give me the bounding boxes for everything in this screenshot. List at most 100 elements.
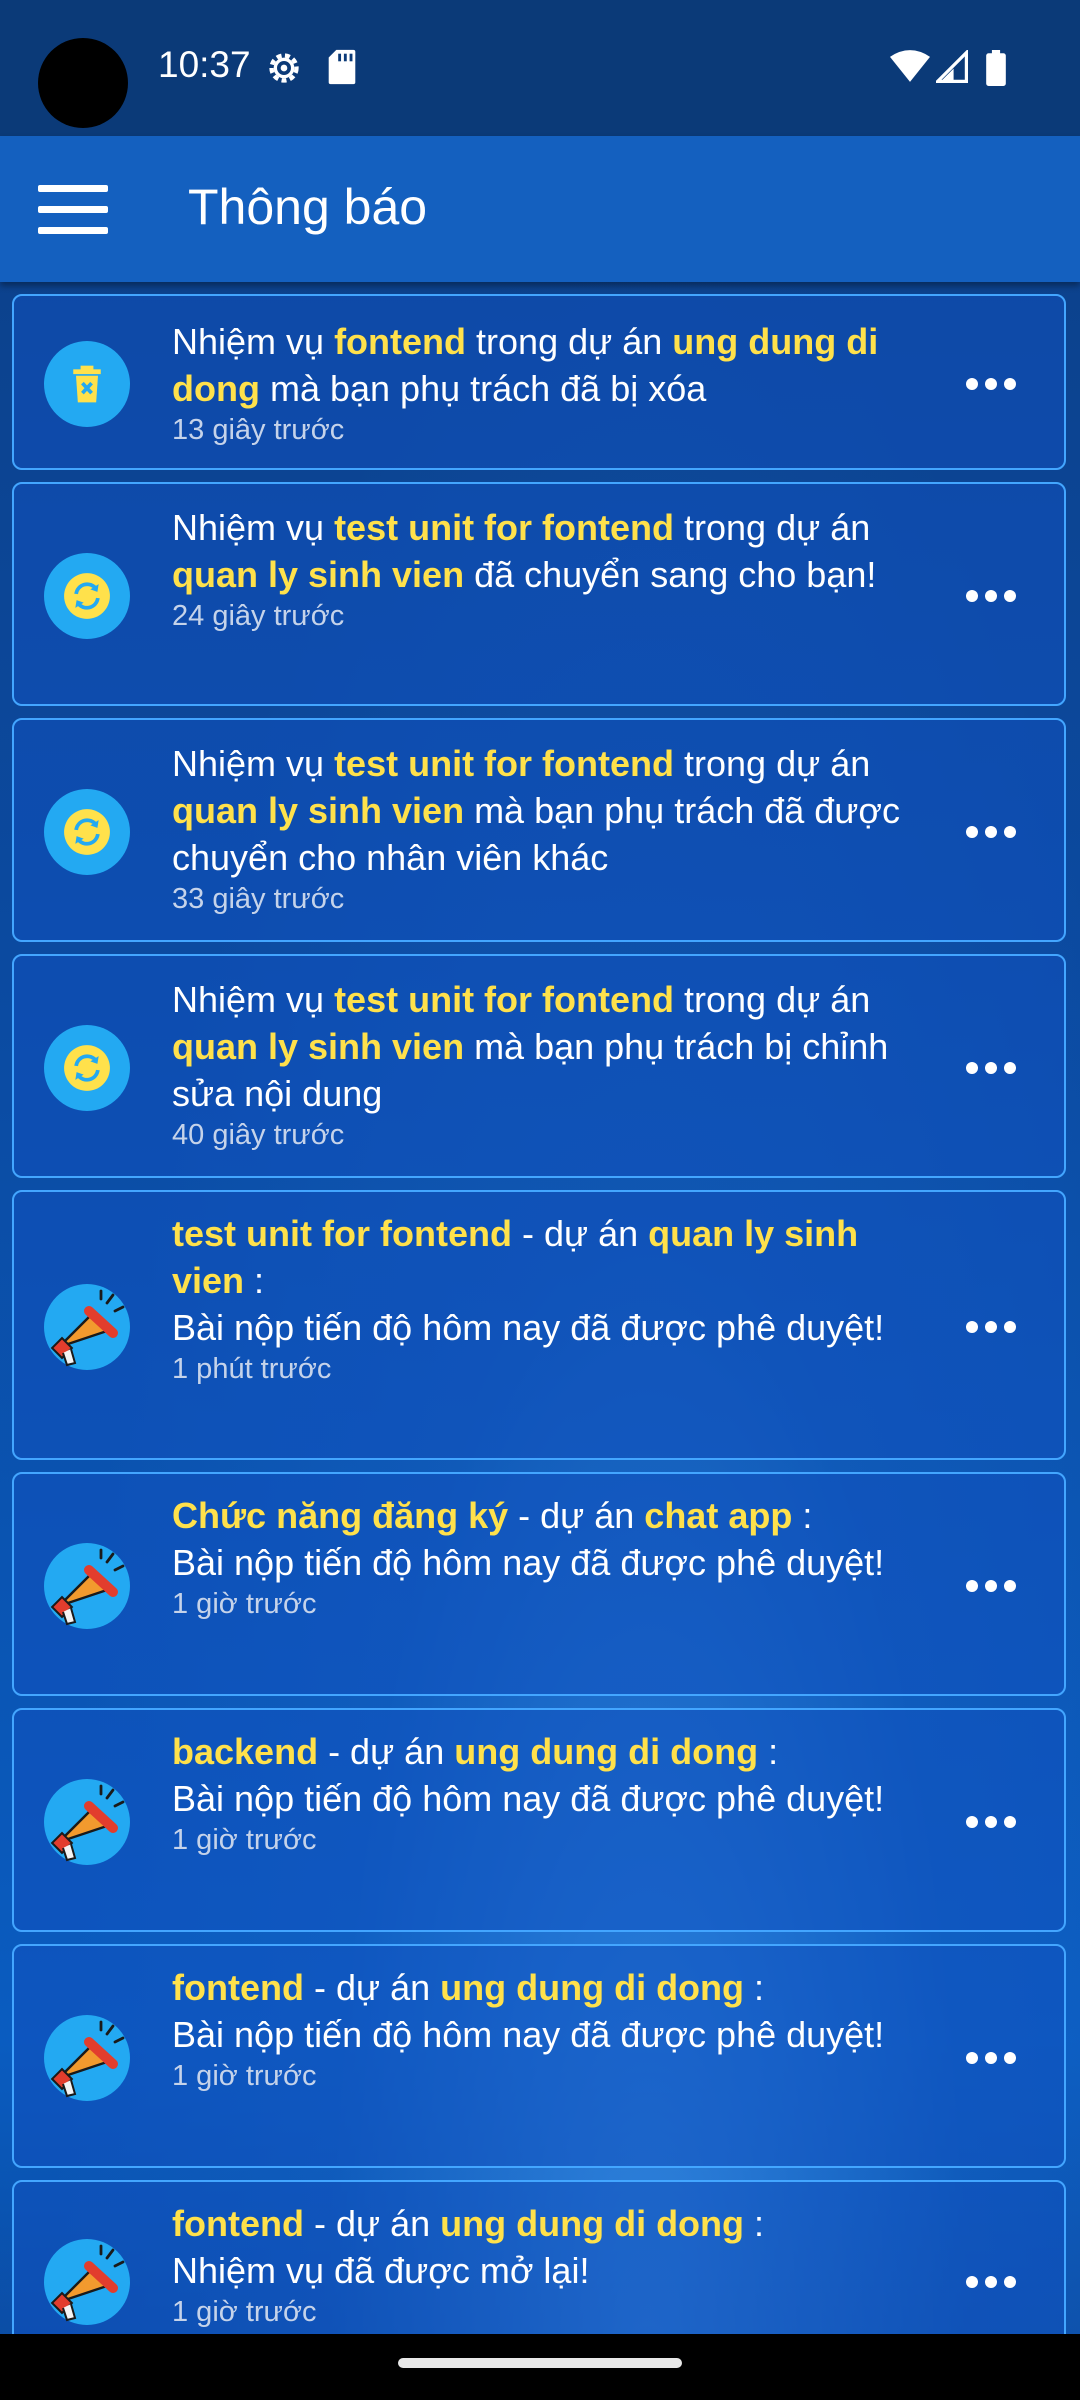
notification-card[interactable]: fontend - dự án ung dung di dong : Bài nộ… bbox=[12, 1944, 1066, 2168]
notification-text: Nhiệm vụ fontend trong dự án ung dung di… bbox=[172, 318, 912, 448]
highlighted-text: quan ly sinh vien bbox=[172, 1026, 465, 1067]
highlighted-text: fontend bbox=[172, 2203, 304, 2244]
megaphone-icon bbox=[44, 1779, 130, 1865]
megaphone-icon bbox=[44, 2015, 130, 2101]
megaphone-icon bbox=[44, 1284, 130, 1370]
message-text: Nhiệm vụ bbox=[172, 743, 335, 784]
megaphone-icon bbox=[44, 1543, 130, 1629]
notification-text: backend - dự án ung dung di dong : Bài nộ… bbox=[172, 1728, 912, 1858]
message-text: trong dự án bbox=[674, 507, 871, 548]
message-text: - dự án bbox=[318, 1731, 455, 1772]
more-options-icon[interactable] bbox=[966, 1576, 1016, 1596]
message-text: - dự án bbox=[508, 1495, 645, 1536]
message-text: - dự án bbox=[511, 1213, 649, 1254]
timestamp: 1 giờ trước bbox=[172, 1588, 317, 1620]
message-text: : bbox=[758, 1731, 779, 1772]
status-time: 10:37 bbox=[158, 44, 251, 85]
status-bar: 10:37 bbox=[0, 0, 1080, 136]
camera-cutout bbox=[38, 38, 128, 128]
message-text: đã chuyển sang cho bạn! bbox=[464, 554, 877, 595]
timestamp: 33 giây trước bbox=[172, 883, 345, 915]
timestamp: 1 giờ trước bbox=[172, 1824, 317, 1856]
notification-text: Nhiệm vụ test unit for fontend trong dự … bbox=[172, 504, 912, 634]
notification-card[interactable]: Nhiệm vụ fontend trong dự án ung dung di… bbox=[12, 294, 1066, 470]
battery-icon bbox=[986, 50, 1006, 86]
more-options-icon[interactable] bbox=[966, 1058, 1016, 1078]
more-options-icon[interactable] bbox=[966, 2272, 1016, 2292]
message-text: : bbox=[792, 1495, 813, 1536]
sd-card-icon bbox=[328, 49, 356, 85]
message-text: Nhiệm vụ bbox=[172, 321, 335, 362]
notification-card[interactable]: fontend - dự án ung dung di dong : Nhiệm … bbox=[12, 2180, 1066, 2334]
hamburger-menu-icon[interactable] bbox=[38, 185, 110, 235]
more-options-icon[interactable] bbox=[966, 822, 1016, 842]
notification-card[interactable]: test unit for fontend - dự án quan ly si… bbox=[12, 1190, 1066, 1460]
highlighted-text: ung dung di dong bbox=[440, 2203, 745, 2244]
timestamp: 1 giờ trước bbox=[172, 2060, 317, 2092]
settings-gear-icon bbox=[269, 53, 299, 83]
megaphone-icon bbox=[44, 2239, 130, 2325]
wifi-icon bbox=[890, 50, 930, 82]
notification-text: Nhiệm vụ test unit for fontend trong dự … bbox=[172, 976, 912, 1153]
trash-icon bbox=[44, 341, 130, 427]
app-bar: Thông báo bbox=[0, 136, 1080, 282]
timestamp: 24 giây trước bbox=[172, 600, 345, 632]
highlighted-text: quan ly sinh vien bbox=[172, 790, 465, 831]
notification-card[interactable]: Nhiệm vụ test unit for fontend trong dự … bbox=[12, 718, 1066, 942]
highlighted-text: chat app bbox=[644, 1495, 793, 1536]
highlighted-text: test unit for fontend bbox=[334, 507, 675, 548]
sync-icon bbox=[44, 553, 130, 639]
notification-body: Bài nộp tiến độ hôm nay đã được phê duyệ… bbox=[172, 2014, 885, 2055]
message-text: trong dự án bbox=[674, 979, 871, 1020]
message-text: trong dự án bbox=[466, 321, 673, 362]
highlighted-text: ung dung di dong bbox=[454, 1731, 759, 1772]
notification-text: Chức năng đăng ký - dự án chat app : Bài … bbox=[172, 1492, 912, 1622]
timestamp: 1 giờ trước bbox=[172, 2296, 317, 2328]
timestamp: 1 phút trước bbox=[172, 1353, 332, 1385]
message-text: Nhiệm vụ bbox=[172, 979, 335, 1020]
timestamp: 40 giây trước bbox=[172, 1119, 345, 1151]
page-title: Thông báo bbox=[188, 179, 428, 235]
message-text: trong dự án bbox=[674, 743, 871, 784]
message-text: mà bạn phụ trách đã bị xóa bbox=[259, 368, 707, 409]
highlighted-text: test unit for fontend bbox=[334, 743, 675, 784]
message-text: : bbox=[244, 1260, 265, 1301]
message-text: : bbox=[744, 1967, 765, 2008]
notification-card[interactable]: Chức năng đăng ký - dự án chat app : Bài … bbox=[12, 1472, 1066, 1696]
highlighted-text: test unit for fontend bbox=[172, 1213, 512, 1254]
notification-body: Bài nộp tiến độ hôm nay đã được phê duyệ… bbox=[172, 1778, 885, 1819]
notification-body: Bài nộp tiến độ hôm nay đã được phê duyệ… bbox=[172, 1307, 885, 1348]
highlighted-text: fontend bbox=[172, 1967, 304, 2008]
highlighted-text: Chức năng đăng ký bbox=[172, 1495, 509, 1536]
notification-card[interactable]: Nhiệm vụ test unit for fontend trong dự … bbox=[12, 482, 1066, 706]
sync-icon bbox=[44, 1025, 130, 1111]
notification-text: fontend - dự án ung dung di dong : Nhiệm … bbox=[172, 2200, 912, 2330]
timestamp: 13 giây trước bbox=[172, 414, 345, 446]
notification-body: Bài nộp tiến độ hôm nay đã được phê duyệ… bbox=[172, 1542, 885, 1583]
notification-list[interactable]: Nhiệm vụ fontend trong dự án ung dung di… bbox=[0, 292, 1080, 2334]
more-options-icon[interactable] bbox=[966, 1317, 1016, 1337]
notification-card[interactable]: backend - dự án ung dung di dong : Bài nộ… bbox=[12, 1708, 1066, 1932]
notification-body: Nhiệm vụ đã được mở lại! bbox=[172, 2250, 590, 2291]
more-options-icon[interactable] bbox=[966, 586, 1016, 606]
highlighted-text: test unit for fontend bbox=[334, 979, 675, 1020]
notification-text: fontend - dự án ung dung di dong : Bài nộ… bbox=[172, 1964, 912, 2094]
notification-text: Nhiệm vụ test unit for fontend trong dự … bbox=[172, 740, 912, 917]
notification-card[interactable]: Nhiệm vụ test unit for fontend trong dự … bbox=[12, 954, 1066, 1178]
message-text: - dự án bbox=[303, 2203, 441, 2244]
more-options-icon[interactable] bbox=[966, 1812, 1016, 1832]
highlighted-text: quan ly sinh vien bbox=[172, 554, 465, 595]
sync-icon bbox=[44, 789, 130, 875]
message-text: - dự án bbox=[303, 1967, 441, 2008]
home-gesture-handle[interactable] bbox=[398, 2358, 682, 2368]
more-options-icon[interactable] bbox=[966, 374, 1016, 394]
more-options-icon[interactable] bbox=[966, 2048, 1016, 2068]
message-text: : bbox=[744, 2203, 765, 2244]
highlighted-text: ung dung di dong bbox=[440, 1967, 745, 2008]
highlighted-text: fontend bbox=[334, 321, 467, 362]
notification-text: test unit for fontend - dự án quan ly si… bbox=[172, 1210, 912, 1387]
message-text: Nhiệm vụ bbox=[172, 507, 335, 548]
cell-signal-icon bbox=[936, 50, 968, 83]
system-nav-bar bbox=[0, 2334, 1080, 2400]
highlighted-text: backend bbox=[172, 1731, 319, 1772]
